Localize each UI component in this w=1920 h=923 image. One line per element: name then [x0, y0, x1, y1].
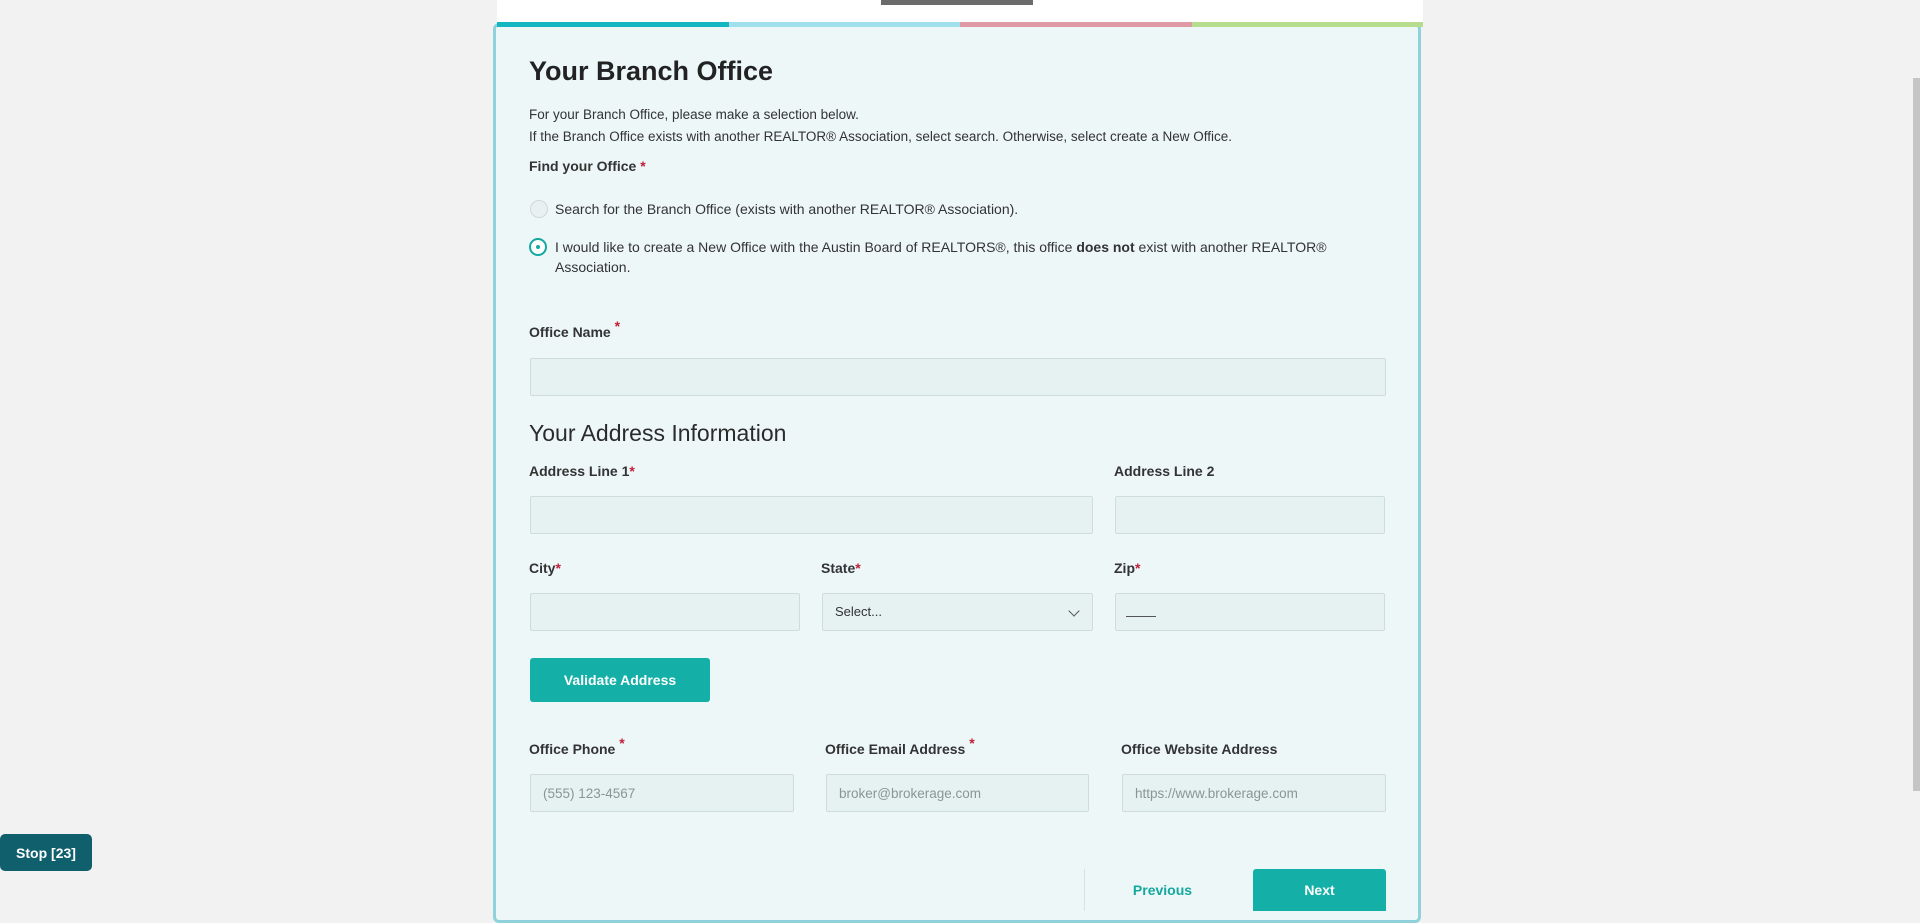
stop-button[interactable]: Stop [23]	[0, 834, 92, 871]
next-button[interactable]: Next	[1253, 869, 1386, 911]
office-name-label-text: Office Name	[529, 324, 611, 340]
office-email-input[interactable]	[826, 774, 1089, 812]
required-mark: *	[614, 318, 621, 334]
office-email-label-text: Office Email Address	[825, 741, 966, 757]
create-new-office-label[interactable]: I would like to create a New Office with…	[555, 237, 1375, 277]
address-line-2-input[interactable]	[1115, 496, 1385, 534]
vertical-scrollbar-thumb[interactable]	[1913, 78, 1920, 791]
search-branch-office-radio[interactable]	[530, 200, 548, 218]
city-input[interactable]	[530, 593, 800, 631]
office-name-input[interactable]	[530, 358, 1386, 396]
search-branch-office-label[interactable]: Search for the Branch Office (exists wit…	[555, 199, 1018, 219]
header-tab-indicator	[881, 0, 1033, 5]
office-website-label: Office Website Address	[1121, 741, 1278, 757]
address-line-1-label: Address Line 1*	[529, 463, 635, 479]
progress-segment-1	[497, 22, 729, 27]
find-office-label: Find your Office *	[529, 158, 646, 174]
required-mark: *	[640, 158, 646, 174]
zip-input[interactable]	[1115, 593, 1385, 631]
office-phone-input[interactable]	[530, 774, 794, 812]
zip-label: Zip*	[1114, 560, 1140, 576]
state-label-text: State	[821, 560, 856, 576]
state-select[interactable]: Select...	[822, 593, 1093, 631]
zip-input-mask	[1126, 616, 1156, 617]
progress-segment-2	[728, 22, 960, 27]
address-section-title: Your Address Information	[529, 420, 787, 446]
required-mark: *	[1135, 560, 1141, 576]
city-label: City*	[529, 560, 561, 576]
create-new-office-radio[interactable]	[529, 238, 547, 256]
zip-label-text: Zip	[1114, 560, 1135, 576]
instruction-line-2: If the Branch Office exists with another…	[529, 129, 1233, 144]
address-line-1-input[interactable]	[530, 496, 1093, 534]
address-line-1-label-text: Address Line 1	[529, 463, 630, 479]
office-name-label: Office Name *	[529, 318, 620, 340]
create-new-office-label-emphasis: does not	[1076, 239, 1135, 255]
chevron-down-icon	[1068, 605, 1080, 617]
create-new-office-label-start: I would like to create a New Office with…	[555, 239, 1077, 255]
required-mark: *	[555, 560, 561, 576]
office-website-input[interactable]	[1122, 774, 1386, 812]
required-mark: *	[629, 463, 635, 479]
required-mark: *	[969, 735, 975, 751]
address-line-2-label: Address Line 2	[1114, 463, 1215, 479]
validate-address-button[interactable]: Validate Address	[530, 658, 710, 702]
office-phone-label: Office Phone *	[529, 735, 625, 757]
previous-button[interactable]: Previous	[1084, 869, 1240, 911]
state-select-value: Select...	[835, 604, 882, 619]
progress-segment-3	[960, 22, 1192, 27]
city-label-text: City	[529, 560, 556, 576]
find-office-label-text: Find your Office	[529, 158, 637, 174]
progress-segment-4	[1191, 22, 1423, 27]
page-title: Your Branch Office	[529, 56, 774, 86]
office-email-label: Office Email Address *	[825, 735, 975, 757]
required-mark: *	[855, 560, 861, 576]
state-label: State*	[821, 560, 861, 576]
required-mark: *	[619, 735, 625, 751]
office-phone-label-text: Office Phone	[529, 741, 616, 757]
step-progress-bar	[497, 22, 1423, 27]
instruction-line-1: For your Branch Office, please make a se…	[529, 107, 859, 122]
